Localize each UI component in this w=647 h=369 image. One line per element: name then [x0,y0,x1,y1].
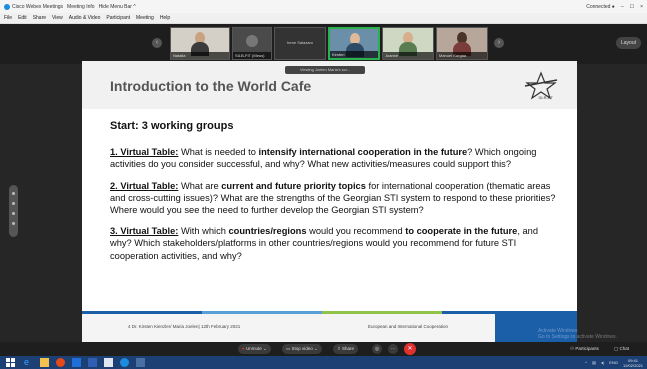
virtual-table-1: 1. Virtual Table: What is needed to inte… [110,147,537,170]
word-icon[interactable] [88,358,97,367]
app-icon[interactable] [136,358,145,367]
annotation-toolbar[interactable] [9,185,18,237]
participant-tile[interactable]: Manuel Kurgaa [436,27,488,60]
participant-tile[interactable]: Natalia [170,27,230,60]
menu-view[interactable]: View [52,15,63,21]
end-call-icon[interactable]: ✕ [404,343,416,355]
share-icon: ⇪ [337,346,341,351]
webex-taskbar-icon[interactable] [120,358,129,367]
participant-name: Natalia [171,52,229,59]
edge-icon[interactable]: e [24,358,33,367]
layout-button[interactable]: Layout [615,37,641,49]
language-indicator[interactable]: ENG [609,360,618,365]
record-icon[interactable]: ◎ [372,344,382,354]
chat-button[interactable]: ▢ Chat [610,344,633,354]
browser-icon[interactable] [56,358,65,367]
menu-audio-video[interactable]: Audio & Video [69,15,101,21]
pen-icon[interactable] [12,192,15,195]
footer-department: European and International Cooperation [368,324,449,329]
participant-name: Irene Salazaro [286,40,313,45]
activation-watermark: Activate Windows Go to Settings to activ… [538,328,617,340]
share-button[interactable]: ⇪ Share [333,344,359,354]
network-icon[interactable]: ▤ [592,360,596,365]
start-menu-icon[interactable] [6,358,15,367]
participants-icon: ⚇ [570,346,575,351]
logo-label: DLR-PT [538,95,553,100]
participant-tile[interactable]: SILB-FIT (Meus) [232,27,272,60]
menu-share[interactable]: Share [33,15,46,21]
outlook-icon[interactable] [72,358,81,367]
minimize-icon[interactable]: – [621,4,624,10]
footer-stripe [202,311,322,314]
meeting-info-button[interactable]: Meeting Info [67,4,95,10]
menu-edit[interactable]: Edit [18,15,27,21]
menu-bar: File Edit Share View Audio & Video Parti… [0,13,647,24]
footer-author: 4 Dr. Kirsten Kienzler/ Maria Joelen| 12… [128,324,241,329]
menu-meeting[interactable]: Meeting [136,15,154,21]
window-titlebar: Cisco Webex Meetings Meeting Info Hide M… [0,0,647,13]
webex-icon [4,3,10,10]
stop-video-button[interactable]: ▭ Stop video ⌄ [282,344,322,354]
table-label: 1. Virtual Table: [110,147,179,158]
participants-button[interactable]: ⚇ Participants [566,344,603,354]
strip-prev-icon[interactable]: ‹ [152,38,162,48]
footer-stripe [322,311,442,314]
table-label: 3. Virtual Table: [110,226,179,237]
meeting-controls-bar: ● Unmute ⌄ ▭ Stop video ⌄ ⇪ Share ◎ ⋯ ✕ … [0,342,647,356]
start-heading: Start: 3 working groups [110,120,234,132]
windows-taskbar: e ^ ▤ ◂) ENG 09:41 12/02/2021 [0,356,647,369]
strip-next-icon[interactable]: › [494,38,504,48]
slide-footer: 4 Dr. Kirsten Kienzler/ Maria Joelen| 12… [82,311,577,344]
participant-name: Joanne [383,52,433,59]
participant-video-strip: ‹ Natalia SILB-FIT (Meus) Irene Salazaro… [0,24,647,64]
slide-body: Start: 3 working groups 1. Virtual Table… [110,120,562,271]
chat-icon: ▢ [614,346,619,351]
participant-tile[interactable]: Irene Salazaro [274,27,326,60]
participant-tile[interactable]: Joanne [382,27,434,60]
close-icon[interactable]: × [640,4,643,10]
participant-name: Manuel Kurgaa [437,52,487,59]
more-icon[interactable] [12,222,15,225]
participant-name: SILB-FIT (Meus) [233,52,271,59]
unmute-button[interactable]: ● Unmute ⌄ [238,344,271,354]
app-title: Cisco Webex Meetings [4,3,64,10]
viewing-screen-label[interactable]: Viewing Joelen Maria's scr... [285,66,365,74]
participant-tile-active-speaker[interactable]: Kirsten [328,27,380,60]
virtual-table-2: 2. Virtual Table: What are current and f… [110,180,556,216]
menu-participant[interactable]: Participant [106,15,130,21]
slide-title: Introduction to the World Cafe [110,78,312,94]
hide-menu-button[interactable]: Hide Menu Bar ^ [99,4,136,10]
tray-up-icon[interactable]: ^ [585,360,587,365]
more-options-icon[interactable]: ⋯ [388,344,398,354]
app-icon[interactable] [104,358,113,367]
avatar [246,35,258,47]
menu-file[interactable]: File [4,15,12,21]
pointer-icon[interactable] [12,202,15,205]
eraser-icon[interactable] [12,212,15,215]
file-explorer-icon[interactable] [40,358,49,367]
footer-stripe [82,311,202,314]
participant-name: Kirsten [330,51,378,58]
presentation-slide: Introduction to the World Cafe DLR-PT St… [82,61,577,344]
maximize-icon[interactable]: ☐ [630,4,634,10]
window-controls: Connected ● – ☐ × [586,0,643,13]
connection-status[interactable]: Connected ● [586,4,615,10]
virtual-table-3: 3. Virtual Table: With which countries/r… [110,226,538,261]
app-title-text: Cisco Webex Meetings [12,3,64,10]
mic-muted-icon: ● [242,346,245,351]
table-label: 2. Virtual Table: [110,180,179,191]
volume-icon[interactable]: ◂) [601,360,604,365]
menu-help[interactable]: Help [160,15,170,21]
clock[interactable]: 09:41 12/02/2021 [623,358,643,368]
system-tray: ^ ▤ ◂) ENG 09:41 12/02/2021 [585,356,643,369]
camera-icon: ▭ [286,346,291,351]
